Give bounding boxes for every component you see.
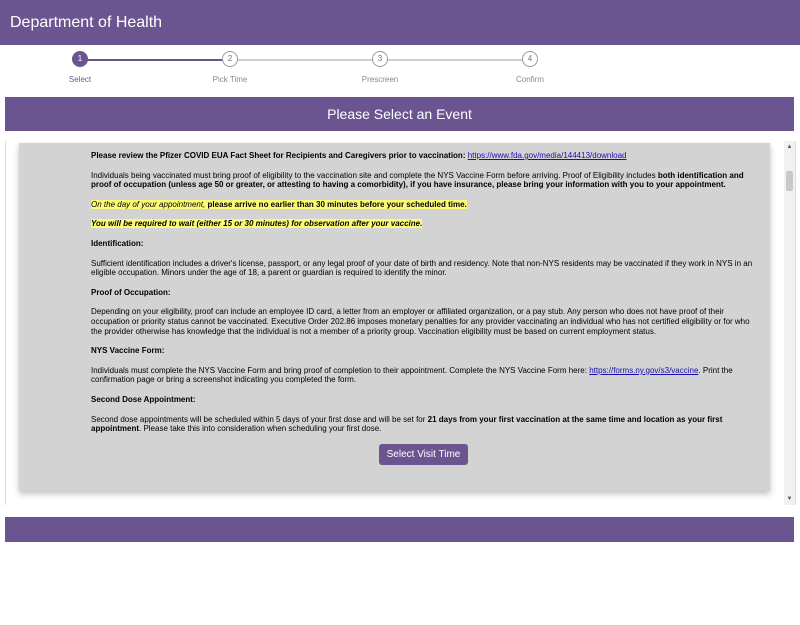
step-number: 4 bbox=[522, 51, 538, 67]
observation-notice-text: You will be required to wait (either 15 … bbox=[91, 219, 423, 229]
step-number: 3 bbox=[372, 51, 388, 67]
footer-bar bbox=[5, 517, 794, 542]
step-number: 2 bbox=[222, 51, 238, 67]
step-label: Confirm bbox=[515, 75, 544, 84]
vaccine-form-paragraph: Individuals must complete the NYS Vaccin… bbox=[91, 366, 756, 385]
event-title: Please Select an Event bbox=[327, 106, 472, 122]
identification-paragraph: Sufficient identification includes a dri… bbox=[91, 258, 753, 278]
step-select: 1 Select bbox=[30, 51, 130, 84]
event-scroll-region[interactable]: Please review the Pfizer COVID EUA Fact … bbox=[5, 141, 796, 505]
step-label: Prescreen bbox=[361, 75, 399, 84]
second-dose-text-after: . Please take this into consideration wh… bbox=[139, 424, 382, 434]
event-info-panel: Please review the Pfizer COVID EUA Fact … bbox=[19, 143, 770, 491]
scroll-down-arrow-icon[interactable]: ▼ bbox=[784, 496, 795, 502]
header-bar: Department of Health bbox=[0, 0, 800, 45]
vaccine-form-link[interactable]: https://forms.ny.gov/s3/vaccine bbox=[589, 366, 698, 375]
step-confirm: 4 Confirm bbox=[480, 51, 580, 84]
occupation-heading: Proof of Occupation: bbox=[91, 287, 171, 297]
step-prescreen: 3 Prescreen bbox=[330, 51, 430, 84]
occupation-paragraph: Depending on your eligibility, proof can… bbox=[91, 307, 750, 336]
fact-sheet-text: Please review the Pfizer COVID EUA Fact … bbox=[91, 151, 466, 160]
second-dose-heading: Second Dose Appointment: bbox=[91, 394, 196, 404]
step-pick-time: 2 Pick Time bbox=[180, 51, 280, 84]
second-dose-paragraph: Second dose appointments will be schedul… bbox=[91, 415, 756, 434]
arrival-notice-bold: please arrive no earlier than 30 minutes… bbox=[207, 199, 467, 209]
identification-heading: Identification: bbox=[91, 238, 144, 248]
scrollbar[interactable]: ▲ ▼ bbox=[784, 141, 795, 505]
fact-sheet-paragraph: Please review the Pfizer COVID EUA Fact … bbox=[91, 151, 756, 161]
progress-stepper: 1 Select 2 Pick Time 3 Prescreen 4 Confi… bbox=[0, 45, 800, 95]
vaccine-form-heading: NYS Vaccine Form: bbox=[91, 346, 165, 356]
event-title-bar: Please Select an Event bbox=[5, 97, 794, 131]
step-number: 1 bbox=[72, 51, 88, 67]
arrival-notice: On the day of your appointment, please a… bbox=[91, 199, 756, 210]
step-label: Select bbox=[68, 75, 92, 84]
second-dose-text: Second dose appointments will be schedul… bbox=[91, 414, 426, 424]
app-title: Department of Health bbox=[10, 14, 163, 31]
fact-sheet-link[interactable]: https://www.fda.gov/media/144413/downloa… bbox=[468, 151, 627, 160]
scrollbar-thumb[interactable] bbox=[786, 171, 793, 191]
select-visit-time-button[interactable]: Select Visit Time bbox=[378, 443, 469, 465]
vaccine-form-text: Individuals must complete the NYS Vaccin… bbox=[91, 365, 587, 375]
step-label: Pick Time bbox=[212, 75, 248, 84]
eligibility-paragraph: Individuals being vaccinated must bring … bbox=[91, 171, 756, 190]
scroll-up-arrow-icon[interactable]: ▲ bbox=[784, 144, 795, 150]
eligibility-text: Individuals being vaccinated must bring … bbox=[91, 170, 656, 180]
observation-notice: You will be required to wait (either 15 … bbox=[91, 219, 756, 229]
arrival-notice-italic: On the day of your appointment, bbox=[91, 199, 206, 209]
